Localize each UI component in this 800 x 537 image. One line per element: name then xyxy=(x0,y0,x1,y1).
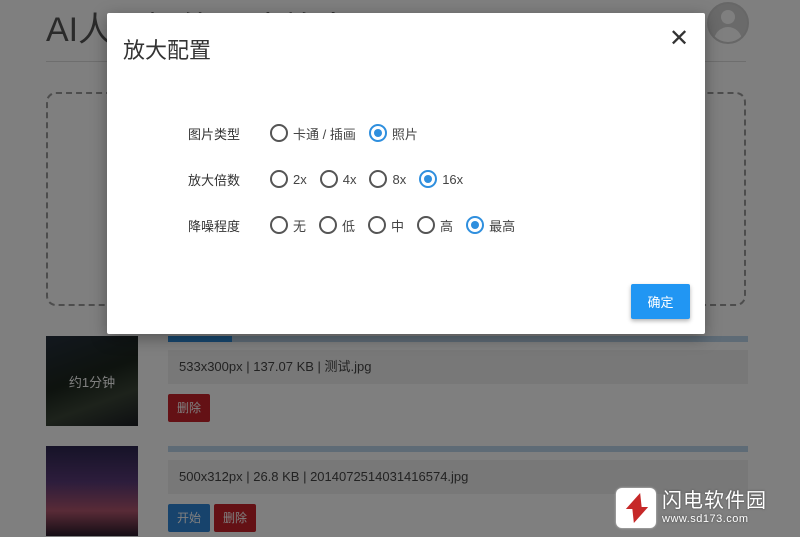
scale-factor-row: 放大倍数 2x 4x 8x 16x xyxy=(188,167,476,191)
radio-icon[interactable] xyxy=(419,170,438,188)
radio-label: 低 xyxy=(342,218,356,234)
image-type-label: 图片类型 xyxy=(188,126,241,142)
radio-icon[interactable] xyxy=(368,124,387,142)
radio-label: 8x xyxy=(392,171,407,187)
radio-label: 16x xyxy=(442,171,464,187)
radio-icon[interactable] xyxy=(319,170,338,188)
image-type-row: 图片类型 卡通 / 插画 照片 xyxy=(188,121,431,145)
radio-label: 照片 xyxy=(391,126,418,142)
radio-label: 卡通 / 插画 xyxy=(293,126,356,142)
radio-icon[interactable] xyxy=(369,170,388,188)
denoise-level-label: 降噪程度 xyxy=(188,218,241,234)
radio-icon[interactable] xyxy=(319,216,338,234)
watermark: 闪电软件园 www.sd173.com xyxy=(616,486,786,530)
radio-icon[interactable] xyxy=(368,216,387,234)
radio-label: 无 xyxy=(293,218,307,234)
radio-icon[interactable] xyxy=(270,124,288,142)
denoise-level-row: 降噪程度 无 低 中 高 最高 xyxy=(188,213,528,237)
close-icon[interactable]: ✕ xyxy=(667,27,691,51)
radio-label: 中 xyxy=(391,218,405,234)
radio-option[interactable]: 4x xyxy=(319,170,357,188)
radio-option[interactable]: 中 xyxy=(368,216,404,235)
radio-icon[interactable] xyxy=(417,216,436,234)
radio-option[interactable]: 最高 xyxy=(466,216,515,235)
watermark-name: 闪电软件园 xyxy=(662,490,767,512)
watermark-text: 闪电软件园 www.sd173.com xyxy=(662,490,767,526)
radio-option[interactable]: 8x xyxy=(369,170,406,188)
radio-label: 高 xyxy=(440,218,454,234)
radio-option[interactable]: 16x xyxy=(419,170,463,188)
radio-option[interactable]: 低 xyxy=(319,216,355,235)
radio-label: 4x xyxy=(342,171,357,187)
radio-option[interactable]: 高 xyxy=(417,216,453,235)
radio-option[interactable]: 照片 xyxy=(368,124,418,143)
radio-icon[interactable] xyxy=(270,216,288,234)
upscale-config-dialog: 放大配置 ✕ 图片类型 卡通 / 插画 照片 放大倍数 2x 4x 8x 16x xyxy=(107,13,705,334)
radio-label: 最高 xyxy=(489,218,516,234)
radio-option[interactable]: 卡通 / 插画 xyxy=(270,124,356,143)
dialog-title: 放大配置 xyxy=(123,38,212,63)
radio-icon[interactable] xyxy=(466,216,485,234)
lightning-logo-icon xyxy=(616,488,656,528)
radio-label: 2x xyxy=(293,171,307,187)
radio-option[interactable]: 无 xyxy=(270,216,306,235)
scale-factor-label: 放大倍数 xyxy=(188,172,241,188)
confirm-button[interactable]: 确定 xyxy=(631,284,690,319)
radio-option[interactable]: 2x xyxy=(270,170,307,188)
radio-icon[interactable] xyxy=(270,170,288,188)
watermark-url: www.sd173.com xyxy=(662,513,749,525)
